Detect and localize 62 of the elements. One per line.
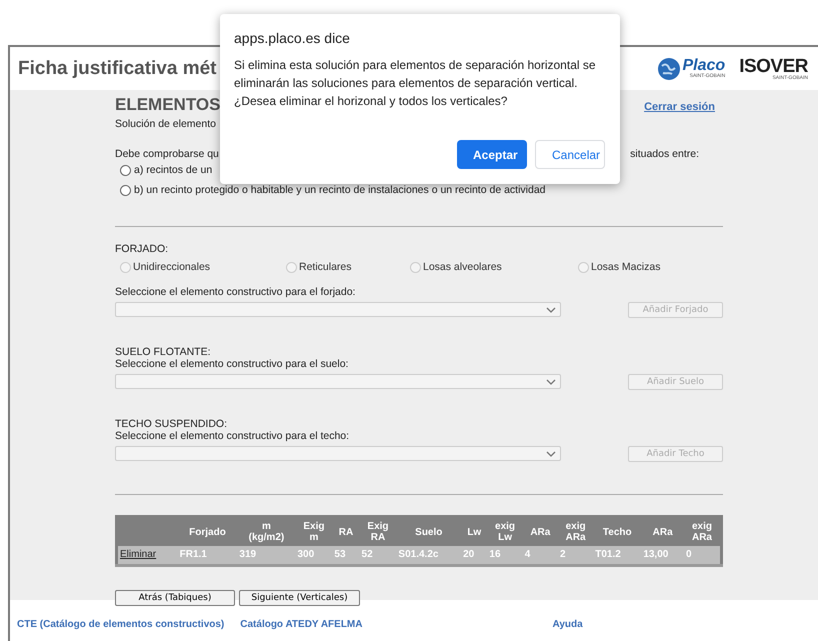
section-label: TECHO SUSPENDIDO:: [115, 418, 228, 430]
cancel-button[interactable]: Cancelar: [535, 140, 605, 169]
table-cell: T01.2: [593, 546, 642, 566]
table-cell: 52: [360, 546, 396, 566]
dialog-title: apps.placo.es dice: [234, 30, 351, 46]
section-label: SUELO FLOTANTE:: [115, 346, 212, 358]
table-cell: 300: [296, 546, 332, 566]
logout-link[interactable]: Cerrar sesión: [644, 101, 715, 113]
table-cell: 4: [522, 546, 558, 566]
column-header: RA: [332, 516, 360, 546]
footer-link[interactable]: CTE (Catálogo de elementos constructivos): [17, 619, 224, 630]
page-title: Ficha justificativa mét: [18, 58, 217, 80]
column-header: Techo: [593, 516, 642, 546]
column-header: exig ARa: [684, 516, 722, 546]
column-header: Lw: [461, 516, 488, 546]
section-label: FORJADO:: [115, 243, 170, 255]
column-header: Suelo: [396, 516, 462, 546]
column-header: Exig RA: [360, 516, 396, 546]
logo-name: ISOVER: [739, 56, 808, 76]
footer-link[interactable]: Ayuda: [552, 619, 583, 630]
table-cell: 0: [684, 546, 722, 566]
subtitle-text: Solución de elemento: [115, 118, 217, 130]
column-header: exig ARa: [558, 516, 594, 546]
chevron-icon: [546, 306, 556, 312]
select-prompt: Seleccione el elemento constructivo para el forjado:: [115, 286, 356, 298]
column-header: ARa: [522, 516, 558, 546]
option-label: Losas alveolares: [423, 261, 502, 273]
logo-name: Placo: [682, 58, 726, 74]
radio-button[interactable]: [120, 164, 131, 176]
option-label: b) un recinto protegido o habitable y un recinto de instalaciones o un recinto de actividad: [134, 184, 546, 196]
nav-button[interactable]: Siguiente (Verticales): [239, 590, 360, 606]
accept-button[interactable]: Aceptar: [457, 140, 527, 169]
column-header: ARa: [641, 516, 684, 546]
table-cell: 2: [558, 546, 594, 566]
table-cell: S01.4.2c: [396, 546, 462, 566]
dialog-message: Si elimina esta solución para elementos de separación horizontal se eliminarán las soluciones para elementos de separación vertical. ¿Desea eliminar el horizonal y todos los verticales?: [234, 57, 597, 110]
intro-text: Debe comprobarse qu: [115, 148, 219, 160]
nav-button[interactable]: Atrás (Tabiques): [115, 590, 235, 606]
select-prompt: Seleccione el elemento constructivo para el suelo:: [115, 358, 350, 370]
column-header: Exig m: [296, 516, 332, 546]
footer-link[interactable]: Catálogo ATEDY AFELMA: [240, 619, 362, 630]
table-cell: 53: [332, 546, 360, 566]
select-prompt: Seleccione el elemento constructivo para el techo:: [115, 430, 350, 442]
chevron-icon: [546, 378, 556, 384]
section-heading: ELEMENTOS: [115, 95, 220, 115]
table-cell: FR1.1: [178, 546, 238, 566]
option-label: Reticulares: [299, 261, 352, 273]
option-label: a) recintos de un: [134, 164, 212, 176]
radio-button[interactable]: [120, 184, 131, 196]
chevron-icon: [546, 450, 556, 456]
intro-text: situados entre:: [630, 148, 699, 160]
column-header: exig Lw: [487, 516, 523, 546]
table-cell: 319: [237, 546, 296, 566]
column-header: m (kg/m2): [237, 516, 296, 546]
delete-link[interactable]: Eliminar: [120, 549, 156, 560]
globe-icon: [656, 56, 680, 80]
option-label: Losas Macizas: [591, 261, 660, 273]
table-cell: 20: [461, 546, 488, 566]
option-label: Unidireccionales: [133, 261, 210, 273]
table-cell: 16: [487, 546, 523, 566]
column-header: Forjado: [178, 516, 238, 546]
table-cell: 13,00: [641, 546, 684, 566]
